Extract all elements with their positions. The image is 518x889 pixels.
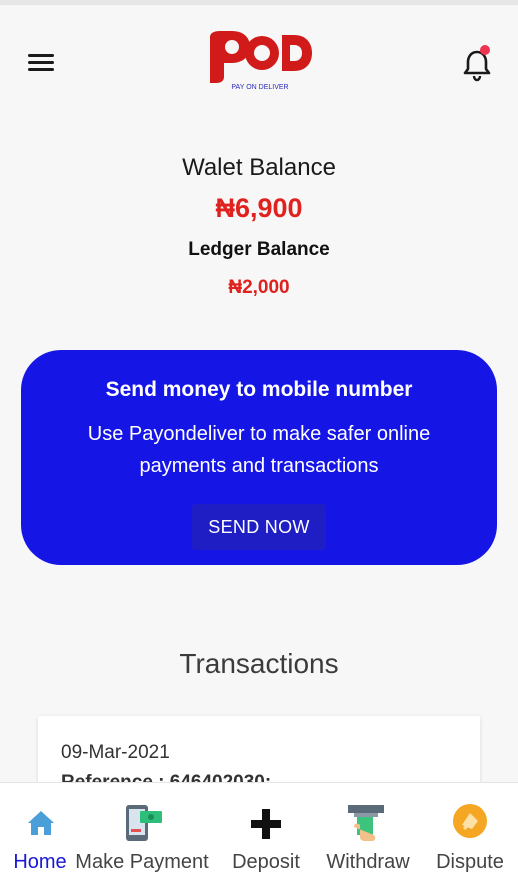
- wallet-balance-amount: ₦6,900: [215, 193, 303, 223]
- nav-dispute-label: Dispute: [436, 851, 504, 873]
- plus-icon: [251, 809, 281, 839]
- nav-dispute[interactable]: Dispute: [430, 783, 510, 889]
- nav-withdraw-label: Withdraw: [326, 851, 410, 873]
- menu-icon[interactable]: [26, 50, 56, 74]
- ledger-balance-amount: ₦2,000: [228, 277, 290, 298]
- dispute-icon: [453, 804, 487, 838]
- transaction-date: 09-Mar-2021: [61, 742, 170, 763]
- notification-dot: [480, 45, 490, 55]
- balance-section: Walet Balance ₦6,900 Ledger Balance ₦2,0…: [0, 150, 518, 308]
- transactions-heading: Transactions: [179, 648, 339, 679]
- wallet-balance-title: Walet Balance: [182, 154, 336, 181]
- nav-home[interactable]: Home: [8, 783, 72, 889]
- nav-withdraw[interactable]: Withdraw: [320, 783, 416, 889]
- notification-bell[interactable]: [460, 43, 496, 83]
- nav-deposit[interactable]: Deposit: [226, 783, 306, 889]
- app-header: PAY ON DELIVER: [0, 5, 518, 115]
- bottom-navigation: Home Make Payment Deposit Withdraw Dispu…: [0, 782, 518, 889]
- bell-icon: [463, 50, 491, 82]
- pod-logo: PAY ON DELIVER: [204, 29, 316, 93]
- nav-make-payment[interactable]: Make Payment: [74, 783, 210, 889]
- nav-deposit-label: Deposit: [232, 851, 300, 873]
- ledger-balance-title: Ledger Balance: [188, 239, 330, 260]
- logo-tagline: PAY ON DELIVER: [231, 84, 288, 91]
- send-now-button[interactable]: SEND NOW: [192, 504, 326, 550]
- payment-phone-icon: [126, 805, 162, 841]
- nav-make-payment-label: Make Payment: [75, 851, 209, 873]
- promo-title: Send money to mobile number: [105, 378, 413, 401]
- send-money-card: Send money to mobile number Use Payondel…: [21, 350, 497, 565]
- promo-description: Use Payondeliver to make safer online pa…: [87, 423, 431, 477]
- nav-home-label: Home: [13, 851, 67, 873]
- atm-withdraw-icon: [348, 805, 384, 841]
- home-icon: [28, 811, 54, 835]
